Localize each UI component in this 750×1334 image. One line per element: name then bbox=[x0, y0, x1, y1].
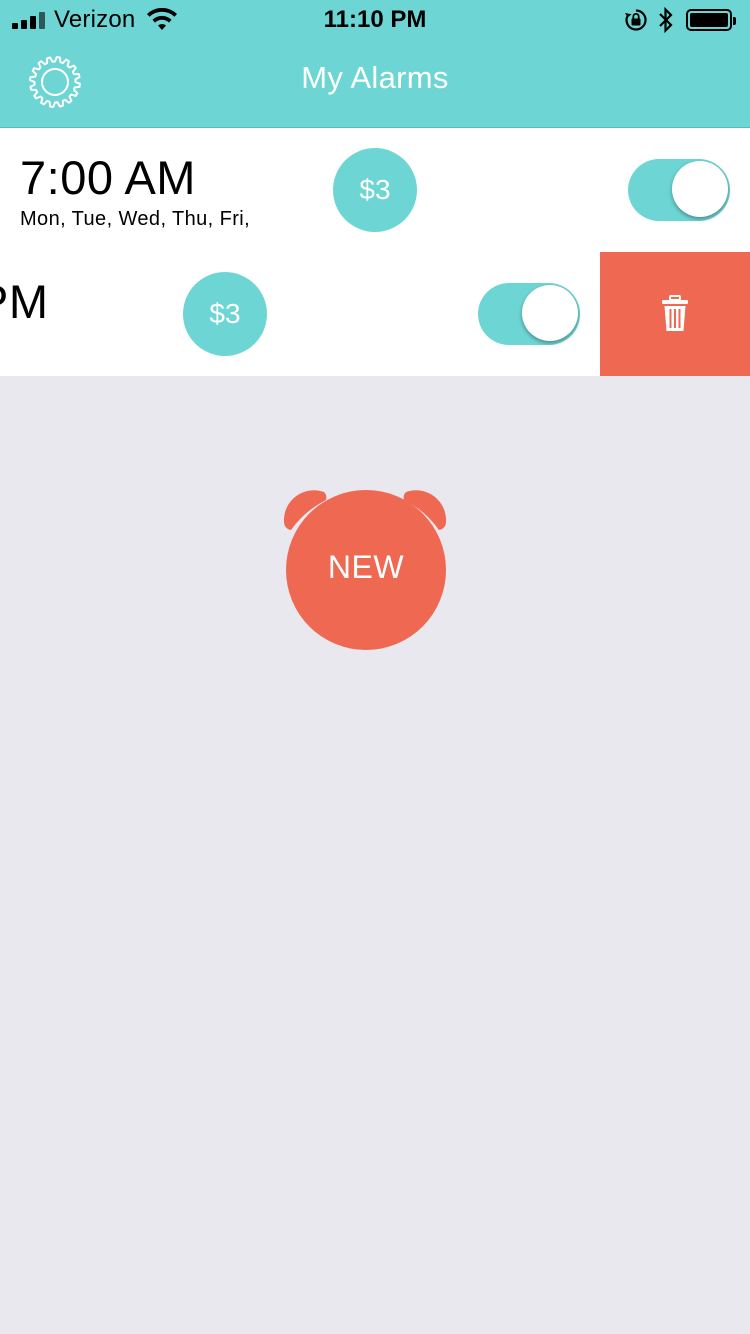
toggle-knob bbox=[522, 285, 578, 341]
alarm-row-content: 7:00 PM $3 bbox=[0, 252, 600, 376]
alarm-time: 7:00 PM bbox=[0, 275, 49, 328]
rotation-lock-icon bbox=[625, 9, 647, 31]
battery-icon bbox=[686, 9, 736, 31]
alarm-toggle[interactable] bbox=[478, 283, 580, 345]
battery-level bbox=[690, 13, 728, 27]
alarm-days: Mon, Tue, Wed, Thu, Fri, bbox=[20, 208, 251, 230]
alarm-toggle[interactable] bbox=[628, 159, 730, 221]
alarm-clock-icon bbox=[283, 490, 447, 650]
new-alarm-button[interactable] bbox=[272, 478, 458, 654]
price-badge[interactable]: $3 bbox=[333, 148, 417, 232]
alarm-time: 7:00 AM bbox=[20, 151, 196, 204]
price-badge[interactable]: $3 bbox=[183, 272, 267, 356]
status-bar: Verizon 11:10 PM bbox=[0, 0, 750, 40]
bluetooth-icon bbox=[659, 7, 673, 33]
page-title: My Alarms bbox=[301, 60, 449, 95]
toggle-knob bbox=[672, 161, 728, 217]
trash-icon bbox=[662, 295, 688, 331]
alarm-row-swiped[interactable]: 7:00 PM $3 bbox=[0, 252, 750, 376]
app-header: Verizon 11:10 PM My Alarms bbox=[0, 0, 750, 128]
delete-button[interactable] bbox=[600, 252, 750, 376]
alarm-row[interactable]: 7:00 AM Mon, Tue, Wed, Thu, Fri, $3 bbox=[0, 128, 750, 252]
